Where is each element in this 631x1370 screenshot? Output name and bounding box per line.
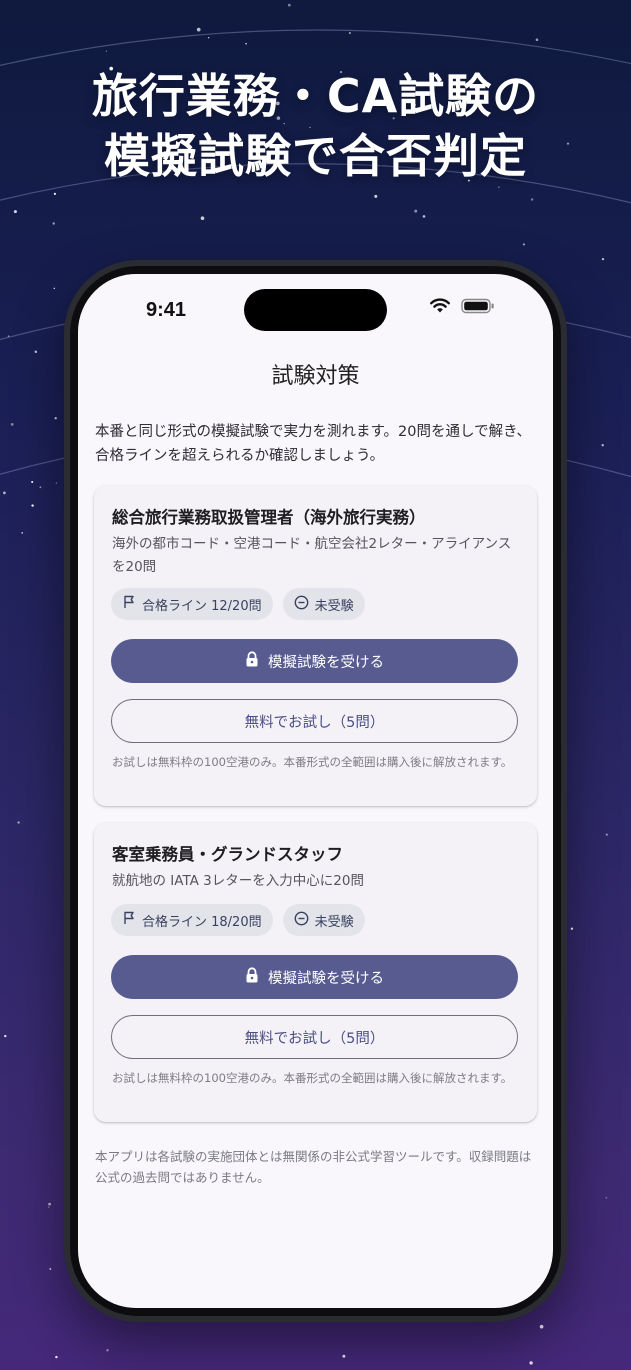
take-mock-exam-button[interactable]: 模擬試験を受ける xyxy=(111,639,518,683)
exam-card: 総合旅行業務取扱管理者（海外旅行実務） 海外の都市コード・空港コード・航空会社2… xyxy=(94,486,537,806)
star xyxy=(31,504,34,507)
disclaimer-text: 本アプリは各試験の実施団体とは無関係の非公式学習ツールです。収録問題は公式の過去… xyxy=(95,1149,532,1185)
pass-line-chip: 合格ライン 12/20問 xyxy=(111,588,273,620)
star xyxy=(7,335,10,337)
star xyxy=(105,50,108,52)
star xyxy=(529,1361,533,1365)
intro-text: 本番と同じ形式の模擬試験で実力を測れます。20問を通しで解き、合格ラインを超えら… xyxy=(95,424,532,464)
status-time: 9:41 xyxy=(146,299,187,321)
star xyxy=(522,243,525,246)
app-screen: 9:41 試験対策 本番と同じ形式の模擬試験で実力を測れます。20問を通しで解き… xyxy=(78,274,553,1308)
star xyxy=(422,215,426,218)
star xyxy=(34,350,38,354)
exam-title: 客室乗務員・グランドスタッフ xyxy=(112,845,343,864)
battery-icon xyxy=(461,298,495,318)
star xyxy=(54,417,57,420)
star xyxy=(53,192,56,195)
exam-chips: 合格ライン 18/20問 未受験 xyxy=(111,904,365,936)
star xyxy=(601,444,604,447)
star xyxy=(55,482,58,484)
star xyxy=(31,480,34,484)
exam-description: 海外の都市コード・空港コード・航空会社2レター・アライアンスを20問 xyxy=(112,536,512,575)
exam-description: 就航地の IATA 3レターを入力中心に20問 xyxy=(112,873,364,889)
trial-note: お試しは無料枠の100空港のみ。本番形式の全範囲は購入後に解放されます。 xyxy=(112,755,513,769)
wifi-icon xyxy=(429,298,451,318)
star xyxy=(342,1354,346,1358)
star xyxy=(17,821,20,824)
trial-note: お試しは無料枠の100空港のみ。本番形式の全範囲は購入後に解放されます。 xyxy=(112,1071,513,1085)
flag-icon xyxy=(122,595,136,613)
star xyxy=(21,532,24,534)
star xyxy=(374,194,378,198)
star xyxy=(530,198,534,201)
lock-icon xyxy=(245,967,259,987)
star xyxy=(570,927,574,930)
star xyxy=(49,1268,52,1270)
star xyxy=(10,423,14,426)
exam-card: 客室乗務員・グランドスタッフ 就航地の IATA 3レターを入力中心に20問 合… xyxy=(94,823,537,1122)
star xyxy=(3,491,6,495)
page-title: 試験対策 xyxy=(271,364,360,389)
status-label: 未受験 xyxy=(314,598,354,614)
star xyxy=(200,216,205,220)
minus-circle-icon xyxy=(294,911,309,930)
exam-chips: 合格ライン 12/20問 未受験 xyxy=(111,588,365,620)
take-mock-exam-label: 模擬試験を受ける xyxy=(268,970,384,987)
star xyxy=(53,287,56,290)
star xyxy=(539,1324,544,1329)
star xyxy=(39,486,42,489)
take-mock-exam-button[interactable]: 模擬試験を受ける xyxy=(111,955,518,999)
star xyxy=(605,833,608,836)
star xyxy=(52,222,55,225)
status-label: 未受験 xyxy=(314,914,354,930)
star xyxy=(106,1349,109,1352)
star xyxy=(348,31,351,35)
promo-headline: 旅行業務・CA試験の 模擬試験で合否判定 xyxy=(0,66,631,186)
star xyxy=(245,42,247,45)
star xyxy=(48,1202,51,1206)
headline-line-2: 模擬試験で合否判定 xyxy=(104,129,527,183)
pass-line-chip: 合格ライン 18/20問 xyxy=(111,904,273,936)
status-icons xyxy=(429,298,495,318)
free-trial-button[interactable]: 無料でお試し（5問） xyxy=(111,699,518,743)
star xyxy=(13,210,17,214)
dynamic-island xyxy=(244,289,387,331)
star xyxy=(207,37,210,39)
star xyxy=(4,1034,7,1038)
star xyxy=(601,257,605,261)
status-chip: 未受験 xyxy=(282,588,365,620)
free-trial-button[interactable]: 無料でお試し（5問） xyxy=(111,1015,518,1059)
star xyxy=(47,1206,50,1208)
star xyxy=(605,1196,608,1199)
status-chip: 未受験 xyxy=(282,904,365,936)
star xyxy=(55,1355,58,1359)
exam-title: 総合旅行業務取扱管理者（海外旅行実務） xyxy=(112,508,426,527)
flag-icon xyxy=(122,911,136,929)
star xyxy=(414,209,418,213)
star xyxy=(535,38,539,41)
minus-circle-icon xyxy=(294,595,309,614)
star xyxy=(287,3,291,7)
headline-line-1: 旅行業務・CA試験の xyxy=(91,69,540,123)
star xyxy=(497,186,500,189)
take-mock-exam-label: 模擬試験を受ける xyxy=(268,654,384,671)
lock-icon xyxy=(245,651,259,671)
star xyxy=(196,27,201,32)
pass-line-label: 合格ライン 18/20問 xyxy=(142,914,262,930)
pass-line-label: 合格ライン 12/20問 xyxy=(142,598,262,614)
